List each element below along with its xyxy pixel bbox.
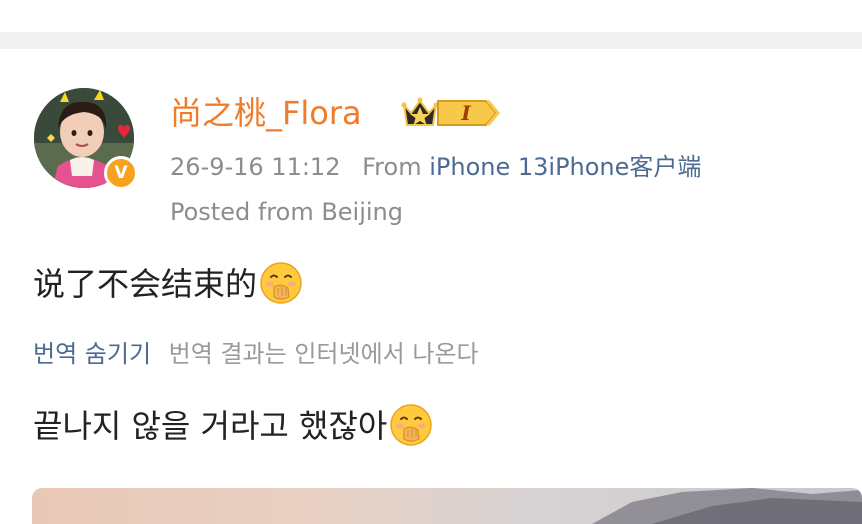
weibo-post-screen: V 尚之桃_Flora I 26-9-16 11:12 From iPhone … — [0, 0, 862, 524]
post-time: 26-9-16 11:12 — [170, 153, 341, 181]
from-label: From — [362, 153, 422, 181]
card-separator — [0, 32, 862, 49]
post-content: 说了不会结束的 — [33, 261, 303, 306]
translation-bar: 번역 숨기기 번역 결과는 인터넷에서 나온다 — [33, 337, 479, 371]
post-image[interactable] — [32, 488, 862, 524]
hand-over-mouth-emoji-icon — [260, 262, 302, 304]
previous-card-edge — [0, 0, 862, 32]
post-image-content — [592, 488, 862, 524]
hide-translation-link[interactable]: 번역 숨기기 — [33, 340, 151, 368]
verified-badge: V — [104, 156, 138, 190]
translation-source-note: 번역 결과는 인터넷에서 나온다 — [168, 340, 479, 368]
user-level: I — [461, 101, 471, 125]
verified-v-icon: V — [114, 163, 128, 183]
crown-icon — [401, 97, 439, 126]
device-source-link[interactable]: iPhone 13iPhone客户端 — [429, 153, 701, 181]
post-meta: 26-9-16 11:12 From iPhone 13iPhone客户端 — [170, 151, 701, 183]
translated-content: 끝나지 않을 거라고 했잖아 — [33, 403, 433, 448]
avatar-container[interactable]: V — [34, 88, 138, 190]
translated-text: 끝나지 않을 거라고 했잖아 — [33, 407, 388, 445]
hand-over-mouth-emoji-icon — [390, 404, 433, 446]
username[interactable]: 尚之桃_Flora — [170, 93, 362, 133]
post-text: 说了不会结束的 — [33, 265, 258, 303]
post-location: Posted from Beijing — [170, 198, 404, 226]
